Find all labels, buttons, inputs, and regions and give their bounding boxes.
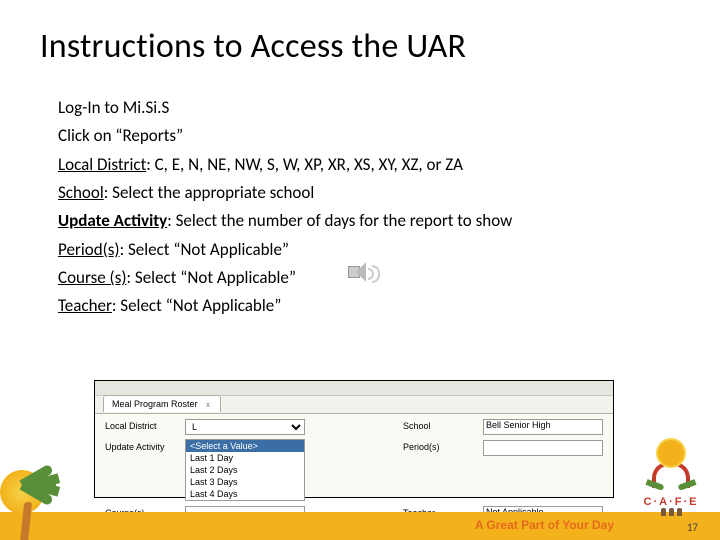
- bullet-periods: Period(s): Select “Not Applicable”: [58, 237, 658, 263]
- slide-title: Instructions to Access the UAR: [40, 26, 466, 67]
- label: Period(s): [58, 239, 120, 260]
- text: : Select the number of days for the repo…: [167, 210, 512, 231]
- palm-tree-icon: [0, 456, 78, 540]
- bullet-login: Log-In to Mi.Si.S: [58, 95, 658, 121]
- label: School: [58, 182, 104, 203]
- cafe-logo: C·A·F·E: [636, 440, 706, 510]
- tab-label: Meal Program Roster: [112, 399, 198, 409]
- text: : Select the appropriate school: [104, 182, 314, 203]
- logo-text: C·A·F·E: [636, 496, 706, 508]
- text: : Select “Not Applicable”: [112, 295, 281, 316]
- local-district-select[interactable]: L: [185, 419, 305, 435]
- label-periods: Period(s): [403, 440, 475, 452]
- text: : C, E, N, NE, NW, S, W, XP, XR, XS, XY,…: [146, 154, 463, 175]
- bullet-reports: Click on “Reports”: [58, 123, 658, 149]
- text: : Select “Not Applicable”: [120, 239, 289, 260]
- list-item[interactable]: Last 3 Days: [186, 476, 304, 488]
- speaker-icon[interactable]: [348, 262, 382, 288]
- label: Teacher: [58, 295, 112, 316]
- slide: Instructions to Access the UAR Log-In to…: [0, 0, 720, 540]
- label-school: School: [403, 419, 475, 431]
- list-item[interactable]: <Select a Value>: [186, 440, 304, 452]
- list-item[interactable]: Last 4 Days: [186, 488, 304, 500]
- list-item[interactable]: Last 1 Day: [186, 452, 304, 464]
- school-select[interactable]: Bell Senior High: [483, 419, 603, 435]
- label-local-district: Local District: [105, 419, 177, 431]
- page-number: 17: [687, 521, 698, 534]
- periods-select[interactable]: [483, 440, 603, 456]
- bullet-school: School: Select the appropriate school: [58, 180, 658, 206]
- app-screenshot: Meal Program Roster x Local District L S…: [94, 380, 614, 498]
- report-tab[interactable]: Meal Program Roster x: [103, 395, 221, 412]
- label-update-activity: Update Activity: [105, 440, 177, 452]
- bullet-local-district: Local District: C, E, N, NE, NW, S, W, X…: [58, 152, 658, 178]
- label: Local District: [58, 154, 146, 175]
- close-icon[interactable]: x: [206, 400, 210, 409]
- label: Course (s): [58, 267, 127, 288]
- bullet-teacher: Teacher: Select “Not Applicable”: [58, 293, 658, 319]
- list-item[interactable]: Last 2 Days: [186, 464, 304, 476]
- label: Update Activity: [58, 210, 167, 231]
- update-activity-listbox[interactable]: <Select a Value> Last 1 Day Last 2 Days …: [185, 439, 305, 501]
- tagline: A Great Part of Your Day: [475, 518, 614, 532]
- text: : Select “Not Applicable”: [127, 267, 296, 288]
- bullet-update-activity: Update Activity: Select the number of da…: [58, 208, 658, 234]
